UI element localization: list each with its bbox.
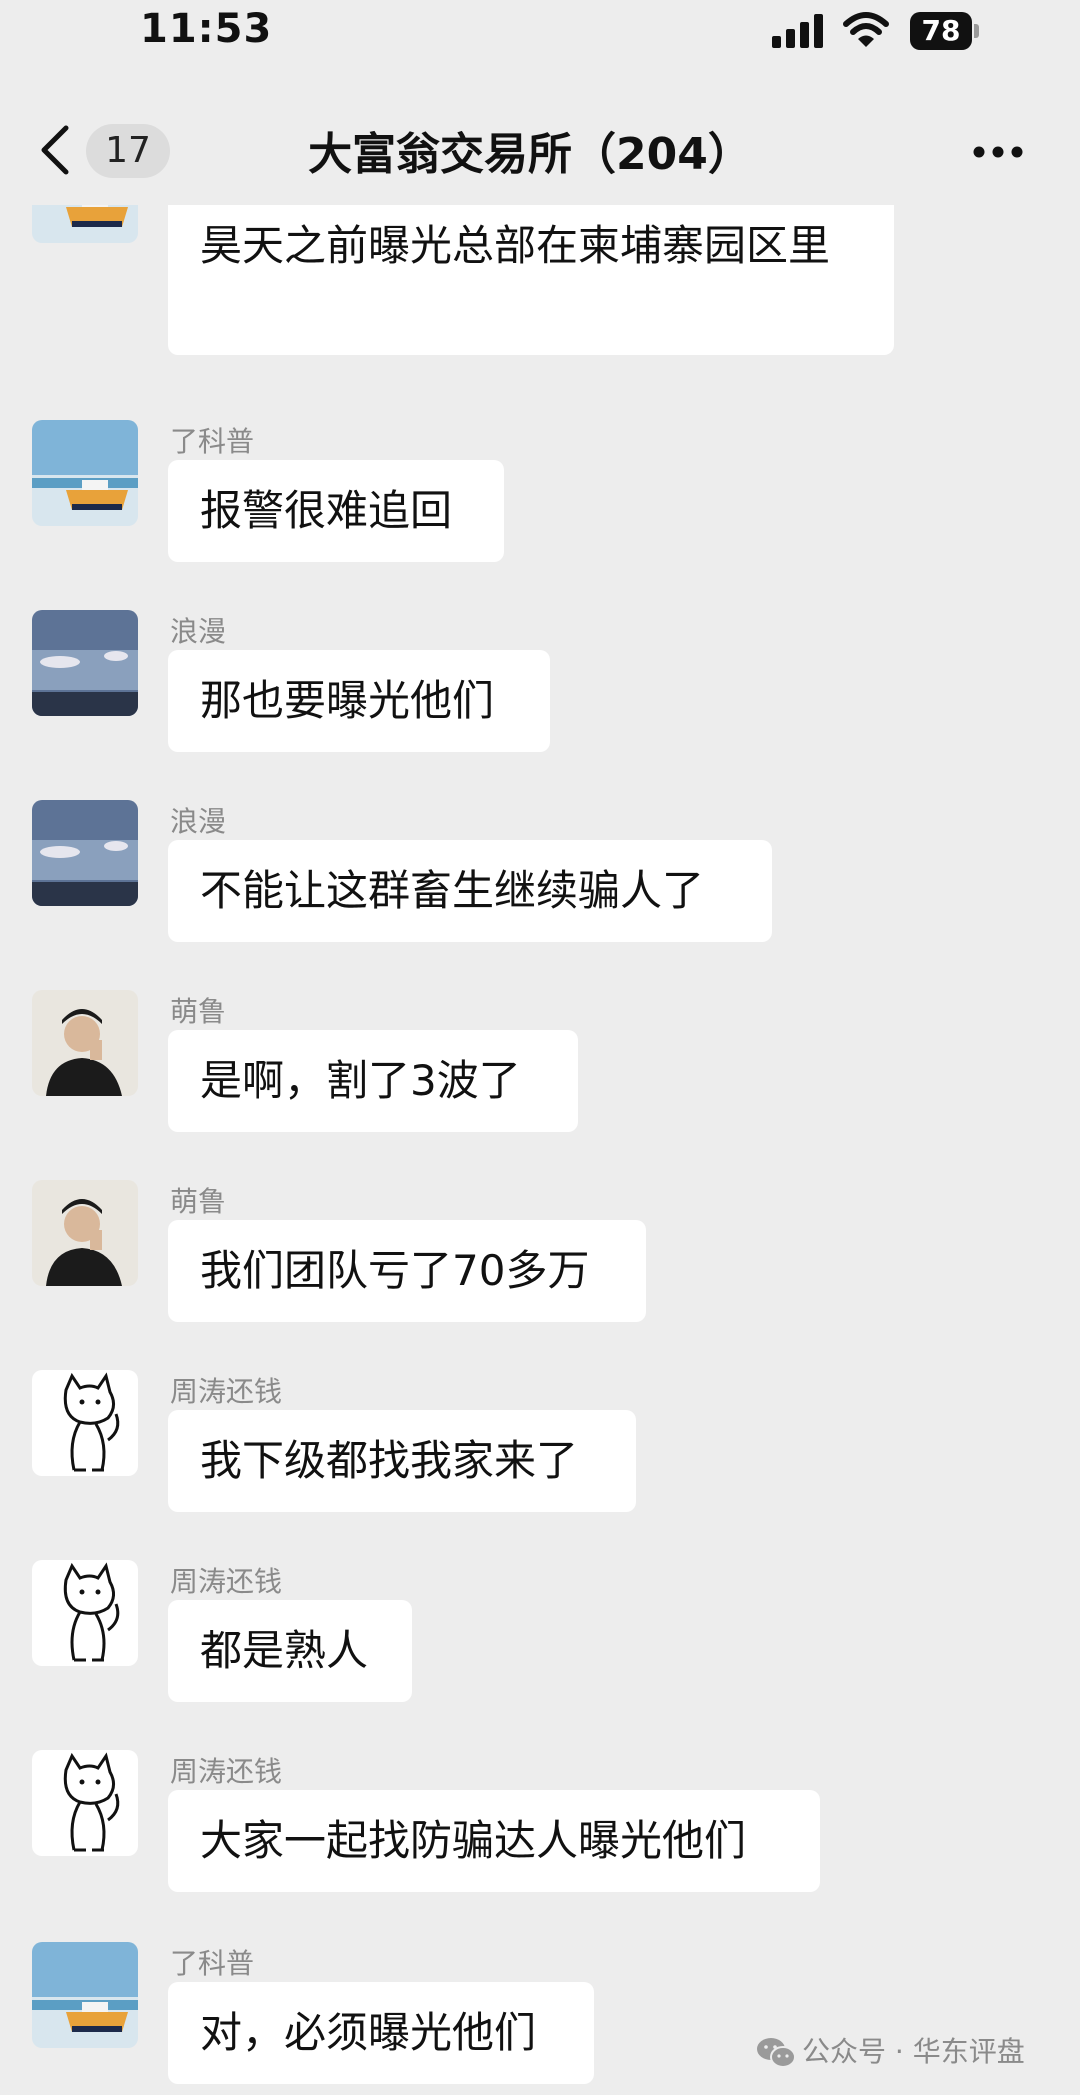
cat-sketch-avatar[interactable] [32,1750,138,1856]
message-bubble[interactable]: 我下级都找我家来了 [168,1410,636,1512]
message-list[interactable]: 昊天之前曝光总部在柬埔寨园区里 了科普 报警很难追回 浪漫 那也要曝光他们 浪漫… [0,205,1080,2095]
cat-sketch-avatar[interactable] [32,1370,138,1476]
sky-cloud-avatar[interactable] [32,610,138,716]
message-bubble[interactable]: 那也要曝光他们 [168,650,550,752]
beach-boat-avatar[interactable] [32,420,138,526]
more-options-icon[interactable] [972,145,1024,159]
sender-name: 浪漫 [170,805,227,838]
message-bubble[interactable]: 都是熟人 [168,1600,412,1702]
sender-name: 萌鲁 [170,1185,227,1218]
sender-name: 萌鲁 [170,995,227,1028]
beach-boat-avatar[interactable] [32,1942,138,2048]
beach-boat-avatar[interactable] [32,205,138,243]
wifi-icon [843,12,889,47]
sender-name: 周涛还钱 [170,1375,283,1408]
battery-cap [974,24,979,38]
message-bubble[interactable]: 不能让这群畜生继续骗人了 [168,840,772,942]
watermark-text: 公众号 · 华东评盘 [802,2035,1025,2068]
message-bubble[interactable]: 报警很难追回 [168,460,504,562]
sender-name: 周涛还钱 [170,1755,283,1788]
message-bubble[interactable]: 大家一起找防骗达人曝光他们 [168,1790,820,1892]
message-bubble[interactable]: 昊天之前曝光总部在柬埔寨园区里 [168,205,894,355]
man-photo-avatar[interactable] [32,1180,138,1286]
wechat-icon [757,2038,796,2068]
chat-title: 大富翁交易所（204） [308,129,752,180]
sender-name: 了科普 [170,1947,255,1980]
cat-sketch-avatar[interactable] [32,1560,138,1666]
sender-name: 浪漫 [170,615,227,648]
message-bubble[interactable]: 我们团队亏了70多万 [168,1220,646,1322]
sky-cloud-avatar[interactable] [32,800,138,906]
message-bubble[interactable]: 是啊，割了3波了 [168,1030,578,1132]
unread-count-badge[interactable]: 17 [86,124,170,178]
status-time: 11:53 [140,6,273,52]
battery-indicator: 78 [910,12,980,50]
sender-name: 了科普 [170,425,255,458]
watermark: 公众号 · 华东评盘 [756,2030,1025,2074]
sender-name: 周涛还钱 [170,1565,283,1598]
battery-level: 78 [910,12,972,50]
signal-icon [772,14,823,48]
man-photo-avatar[interactable] [32,990,138,1096]
back-chevron-icon[interactable] [36,122,76,178]
message-bubble[interactable]: 对，必须曝光他们 [168,1982,594,2084]
status-bar: 11:53 78 [0,0,1080,70]
chat-header: 17 大富翁交易所（204） [0,100,1080,205]
